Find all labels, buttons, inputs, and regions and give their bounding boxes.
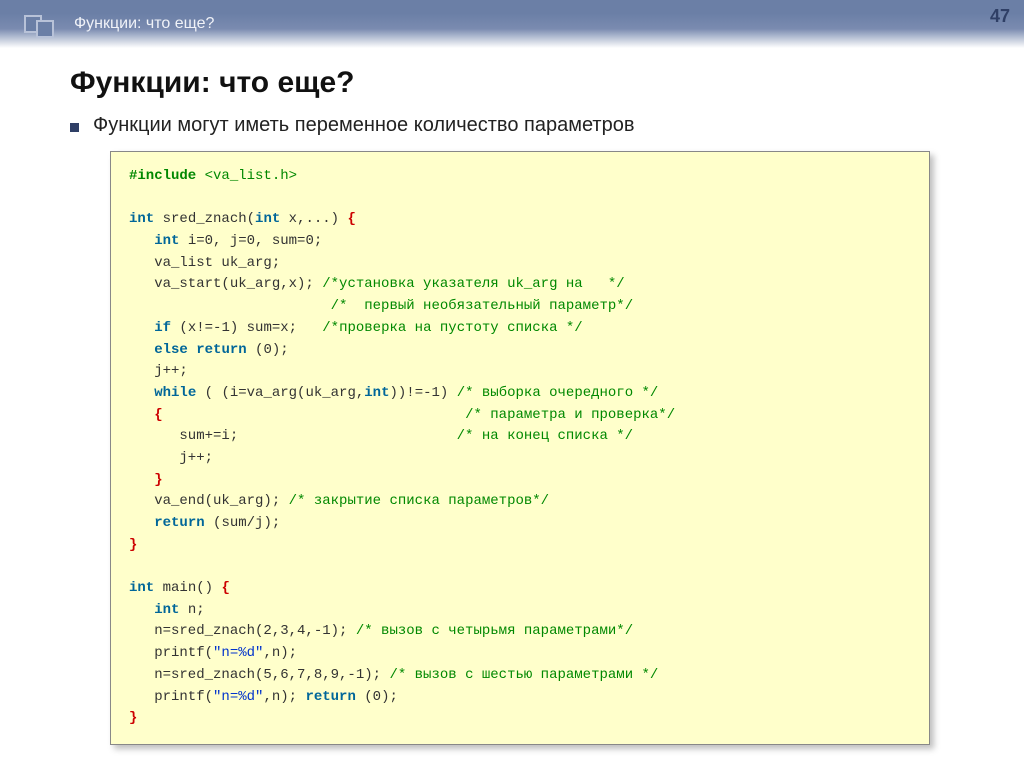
code-text: printf(	[129, 645, 213, 661]
title-decoration	[0, 0, 64, 48]
code-text: x,...)	[280, 211, 347, 227]
code-text	[129, 320, 154, 336]
code-text	[129, 298, 331, 314]
page-number: 47	[990, 6, 1010, 27]
code-kw: return	[196, 342, 246, 358]
code-kw: if	[154, 320, 171, 336]
code-line: va_list uk_arg;	[129, 255, 280, 271]
code-kw: int	[255, 211, 280, 227]
code-comment: /* вызов с шестью параметрами */	[389, 667, 658, 683]
code-line: j++;	[129, 363, 188, 379]
code-text: (x!=-1) sum=x;	[171, 320, 322, 336]
code-text	[129, 602, 154, 618]
bullet-icon	[70, 123, 79, 132]
code-string: "n=%d"	[213, 689, 263, 705]
code-comment: /*установка указателя uk_arg на */	[322, 276, 624, 292]
code-brace: }	[129, 710, 137, 726]
code-text: ,n);	[263, 645, 297, 661]
code-line: j++;	[129, 450, 213, 466]
code-comment: /* первый необязательный параметр*/	[331, 298, 633, 314]
code-brace: {	[154, 407, 162, 423]
code-text	[129, 342, 154, 358]
code-block: #include <va_list.h> int sred_znach(int …	[110, 151, 930, 745]
code-comment: /*проверка на пустоту списка */	[322, 320, 582, 336]
code-kw: int	[129, 211, 154, 227]
bullet-item: Функции могут иметь переменное количеств…	[70, 114, 984, 137]
code-text: (sum/j);	[205, 515, 281, 531]
code-kw: else	[154, 342, 188, 358]
code-text	[163, 407, 465, 423]
code-text: n;	[179, 602, 204, 618]
code-preproc: #include	[129, 168, 196, 184]
code-text: ( (i=va_arg(uk_arg,	[196, 385, 364, 401]
code-comment: /* вызов с четырьмя параметрами*/	[356, 623, 633, 639]
code-kw: int	[154, 233, 179, 249]
code-brace: }	[129, 537, 137, 553]
breadcrumb: Функции: что еще?	[74, 15, 1024, 33]
code-kw: while	[154, 385, 196, 401]
code-kw: return	[305, 689, 355, 705]
code-text	[188, 342, 196, 358]
code-comment: /* закрытие списка параметров*/	[289, 493, 549, 509]
code-text: n=sred_znach(5,6,7,8,9,-1);	[129, 667, 389, 683]
code-kw: int	[154, 602, 179, 618]
code-text	[129, 407, 154, 423]
code-text	[129, 385, 154, 401]
slide: Функции: что еще? 47 Функции: что еще? Ф…	[0, 0, 1024, 768]
code-line	[129, 190, 137, 206]
slide-body: Функции: что еще? Функции могут иметь пе…	[0, 48, 1024, 765]
code-comment: /* параметра и проверка*/	[465, 407, 675, 423]
code-text: printf(	[129, 689, 213, 705]
code-brace: }	[154, 472, 162, 488]
square-icon	[36, 20, 54, 38]
code-text: ))!=-1)	[389, 385, 456, 401]
code-text: i=0, j=0, sum=0;	[179, 233, 322, 249]
code-text	[129, 233, 154, 249]
code-text: sum+=i;	[129, 428, 457, 444]
code-text: va_start(uk_arg,x);	[129, 276, 322, 292]
code-comment: /* на конец списка */	[457, 428, 633, 444]
code-brace: {	[221, 580, 229, 596]
code-brace: {	[347, 211, 355, 227]
page-title: Функции: что еще?	[70, 66, 984, 100]
code-kw: int	[129, 580, 154, 596]
code-string: "n=%d"	[213, 645, 263, 661]
code-include: <va_list.h>	[196, 168, 297, 184]
code-comment: /* выборка очередного */	[457, 385, 659, 401]
code-text	[129, 472, 154, 488]
code-text: va_end(uk_arg);	[129, 493, 289, 509]
code-text: sred_znach(	[154, 211, 255, 227]
titlebar: Функции: что еще? 47	[0, 0, 1024, 48]
code-text: main()	[154, 580, 221, 596]
code-line	[129, 558, 137, 574]
code-text: (0);	[247, 342, 289, 358]
code-text: (0);	[356, 689, 398, 705]
code-text	[129, 515, 154, 531]
code-text: n=sred_znach(2,3,4,-1);	[129, 623, 356, 639]
code-kw: int	[364, 385, 389, 401]
bullet-text: Функции могут иметь переменное количеств…	[93, 114, 634, 137]
code-kw: return	[154, 515, 204, 531]
code-text: ,n);	[263, 689, 305, 705]
